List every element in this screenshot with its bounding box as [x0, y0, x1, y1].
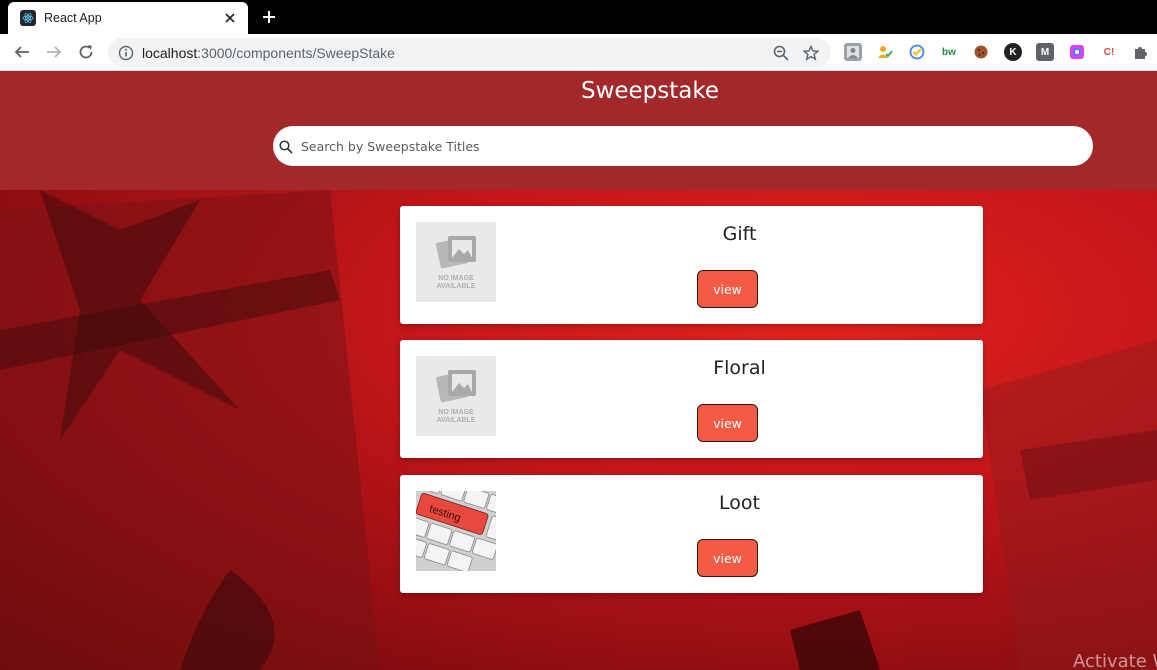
- extension-person-check-icon[interactable]: [876, 43, 894, 61]
- sweepstake-page: Sweepstake NO IMAGE AVAILABLE Gift view: [0, 71, 1157, 670]
- extension-m-icon[interactable]: M: [1036, 43, 1054, 61]
- extension-color-picker-icon[interactable]: [1068, 43, 1086, 61]
- sweepstake-card-floral: NO IMAGE AVAILABLE Floral view: [400, 340, 983, 458]
- close-tab-icon[interactable]: [220, 8, 240, 28]
- search-input[interactable]: [301, 138, 1061, 154]
- browser-tab[interactable]: React App: [8, 2, 248, 34]
- no-image-line2: AVAILABLE: [436, 283, 475, 290]
- page-title: Sweepstake: [580, 78, 720, 104]
- no-image-line1: NO IMAGE: [438, 409, 474, 416]
- address-bar[interactable]: localhost:3000/components/SweepStake: [108, 38, 831, 67]
- new-tab-icon[interactable]: [258, 6, 280, 28]
- browser-tab-strip: React App: [0, 0, 1157, 34]
- card-title: Loot: [719, 492, 760, 514]
- reload-icon[interactable]: [74, 40, 98, 64]
- extension-ci-icon[interactable]: C!: [1100, 43, 1118, 61]
- no-image-thumbnail: NO IMAGE AVAILABLE: [416, 356, 496, 436]
- sweepstake-card-loot: testing Loot view: [400, 475, 983, 593]
- browser-toolbar: localhost:3000/components/SweepStake bw …: [0, 34, 1157, 71]
- view-button[interactable]: view: [697, 539, 758, 577]
- tab-title: React App: [44, 11, 102, 25]
- extension-cookie-icon[interactable]: [972, 43, 990, 61]
- extension-check-circle-icon[interactable]: [908, 43, 926, 61]
- search-icon: [279, 140, 295, 156]
- no-image-line1: NO IMAGE: [438, 275, 474, 282]
- activate-windows-watermark: Activate W: [1073, 651, 1157, 670]
- view-button[interactable]: view: [697, 404, 758, 442]
- zoom-icon[interactable]: [771, 43, 791, 63]
- forward-arrow-icon[interactable]: [42, 40, 66, 64]
- extension-bw-icon[interactable]: bw: [940, 43, 958, 61]
- url-path: :3000/components/SweepStake: [197, 44, 395, 61]
- no-image-line2: AVAILABLE: [436, 417, 475, 424]
- back-arrow-icon[interactable]: [10, 40, 34, 64]
- react-logo-icon: [20, 10, 36, 26]
- search-box[interactable]: [273, 126, 1093, 166]
- bookmark-star-icon[interactable]: [801, 43, 821, 63]
- no-image-thumbnail: NO IMAGE AVAILABLE: [416, 222, 496, 302]
- sweepstake-card-gift: NO IMAGE AVAILABLE Gift view: [400, 206, 983, 324]
- url-text[interactable]: localhost:3000/components/SweepStake: [142, 45, 771, 61]
- keyboard-testing-thumbnail: testing: [416, 491, 496, 571]
- card-title: Gift: [722, 223, 757, 245]
- extensions-puzzle-icon[interactable]: [1132, 43, 1150, 61]
- extension-k-icon[interactable]: K: [1004, 43, 1022, 61]
- url-host: localhost: [142, 44, 198, 61]
- site-info-icon[interactable]: [118, 45, 134, 61]
- extension-avatar-icon[interactable]: [844, 43, 862, 61]
- view-button[interactable]: view: [697, 270, 758, 308]
- page-header: Sweepstake: [0, 71, 1157, 190]
- card-title: Floral: [713, 357, 766, 379]
